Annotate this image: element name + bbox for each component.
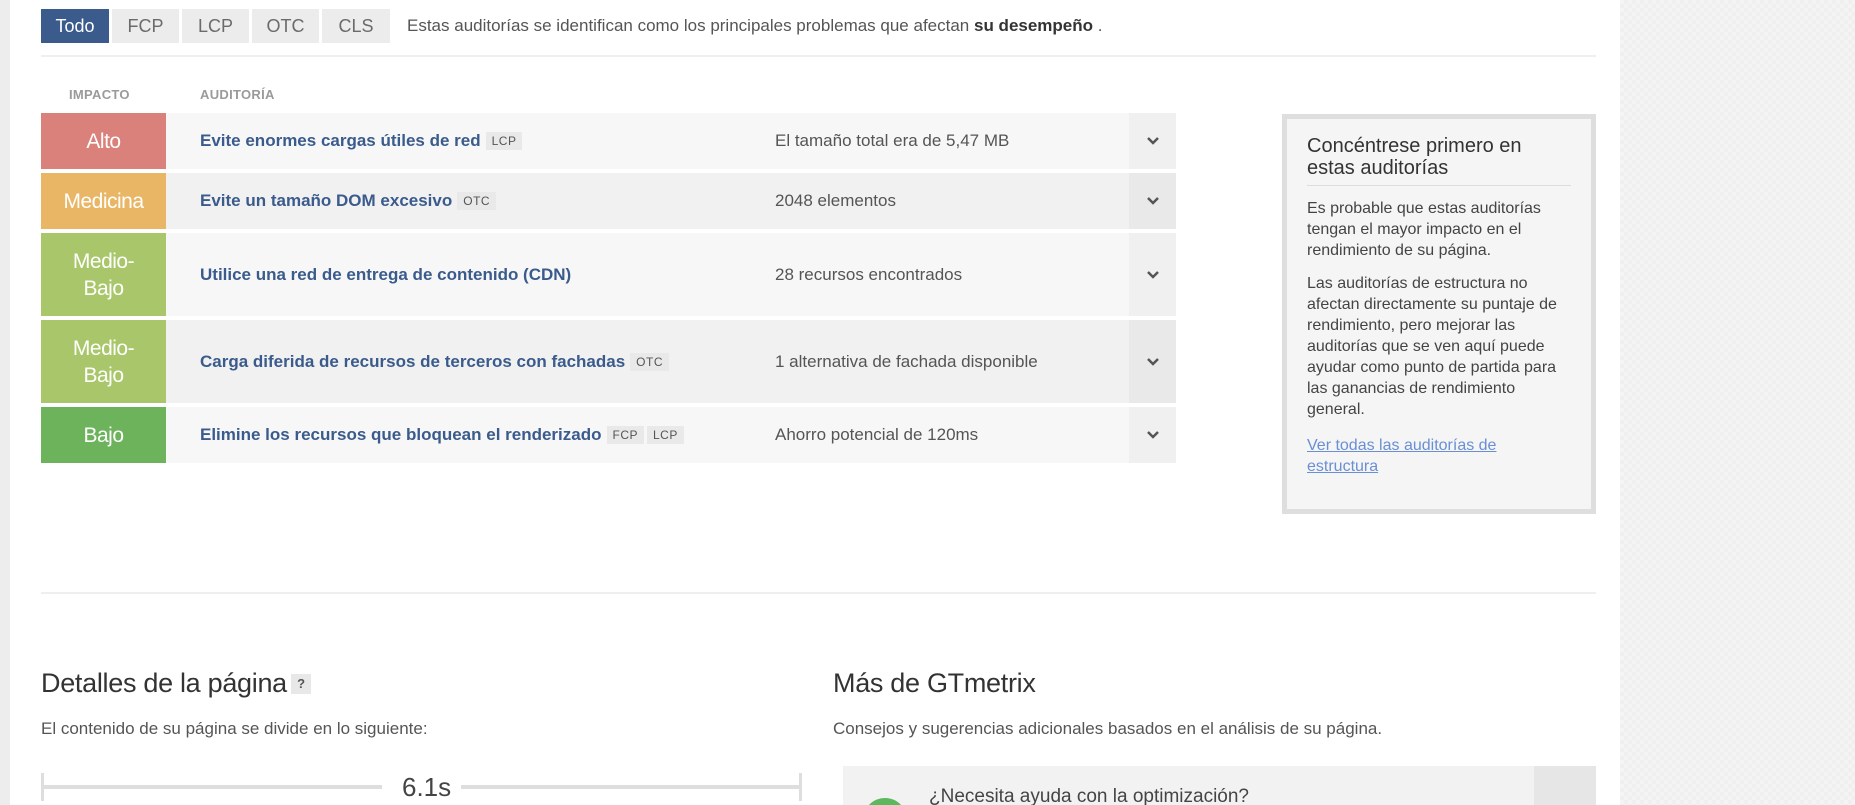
tab-cls[interactable]: CLS [322,9,390,43]
divider [41,55,1596,57]
section-divider [41,592,1596,594]
timeline-value: 6.1s [402,772,452,802]
column-header-impact: IMPACTO [69,87,130,102]
chevron-down-icon [1146,270,1159,279]
metric-tag: FCP [606,426,644,444]
more-title: Más de GTmetrix [833,668,1036,698]
report-content: Todo FCP LCP OTC CLS Estas auditorías se… [10,0,1620,805]
chevron-down-icon [1146,137,1159,145]
audit-row[interactable]: Medio- Bajo Carga diferida de recursos de… [41,320,1246,403]
metric-tag: LCP [485,132,523,150]
timeline-line [461,785,801,789]
focus-sidebar: Concéntrese primero en estas auditorías … [1282,114,1596,514]
filter-description-period: . [1097,16,1103,35]
audit-body: Elimine los recursos que bloquean el ren… [166,407,1176,463]
audit-row[interactable]: Alto Evite enormes cargas útiles de red … [41,113,1246,169]
help-card-title: ¿Necesita ayuda con la optimización? [929,786,1250,805]
impact-badge: Alto [41,113,166,169]
audit-body: Evite un tamaño DOM excesivo OTC 2048 el… [166,173,1176,229]
audit-row[interactable]: Medicina Evite un tamaño DOM excesivo OT… [41,173,1246,229]
chevron-down-icon [1146,431,1159,439]
impact-badge: Medio- Bajo [41,320,166,403]
filter-description-text: Estas auditorías se identifican como los… [407,16,970,35]
page-details-subtitle: El contenido de su página se divide en l… [41,719,428,738]
audit-description: Ahorro potencial de 120ms [775,425,979,444]
page-details-title: Detalles de la página? [41,668,311,699]
impact-badge: Medicina [41,173,166,229]
audit-title[interactable]: Evite enormes cargas útiles de red [200,131,481,151]
sidebar-title: Concéntrese primero en estas auditorías [1307,135,1571,186]
impact-badge: Bajo [41,407,166,463]
expand-button[interactable] [1129,320,1176,403]
expand-button[interactable] [1129,407,1176,463]
column-header-audit: AUDITORÍA [200,87,275,102]
audit-title-wrap: Utilice una red de entrega de contenido … [200,233,571,316]
audit-row[interactable]: Bajo Elimine los recursos que bloquean e… [41,407,1246,463]
optimization-help-card[interactable]: ¿Necesita ayuda con la optimización? [843,766,1596,805]
sidebar-paragraph: Es probable que estas auditorías tengan … [1307,200,1541,259]
help-badge[interactable]: ? [290,674,311,694]
timeline-cap-right [799,773,802,801]
audit-description: 1 alternativa de fachada disponible [775,351,1038,371]
more-subtitle: Consejos y sugerencias adicionales basad… [833,719,1383,738]
audit-title-wrap: Evite enormes cargas útiles de red LCP [200,113,523,169]
expand-button[interactable] [1129,233,1176,316]
expand-button[interactable] [1129,173,1176,229]
page-background-right [1620,0,1855,805]
tab-lcp[interactable]: LCP [182,9,249,43]
metric-tag: LCP [647,426,684,444]
metric-tag: OTC [630,352,670,371]
audit-title-wrap: Elimine los recursos que bloquean el ren… [200,407,684,463]
audit-title[interactable]: Utilice una red de entrega de contenido … [200,265,571,285]
structure-audits-link[interactable]: Ver todas las auditorías de estructura [1307,435,1571,477]
audit-title-wrap: Evite un tamaño DOM excesivo OTC [200,173,497,229]
audit-title[interactable]: Elimine los recursos que bloquean el ren… [200,425,602,445]
sidebar-paragraph: Las auditorías de estructura no afectan … [1307,275,1557,418]
timeline-line [41,785,382,789]
audit-body: Carga diferida de recursos de terceros c… [166,320,1176,403]
metric-tag: OTC [457,192,497,210]
audit-description: 28 recursos encontrados [775,264,963,284]
audit-title[interactable]: Carga diferida de recursos de terceros c… [200,352,625,372]
audit-description: 2048 elementos [775,191,896,210]
tab-otc[interactable]: OTC [252,9,319,43]
help-card-action[interactable] [1534,766,1596,805]
tab-todo[interactable]: Todo [41,9,109,43]
audit-title-wrap: Carga diferida de recursos de terceros c… [200,320,670,403]
chevron-down-icon [1146,197,1159,205]
audit-row[interactable]: Medio- Bajo Utilice una red de entrega de… [41,233,1246,316]
page-details-title-text: Detalles de la página [41,668,287,698]
expand-button[interactable] [1129,113,1176,169]
audit-body: Utilice una red de entrega de contenido … [166,233,1176,316]
audit-title[interactable]: Evite un tamaño DOM excesivo [200,191,452,211]
chevron-down-icon [1146,357,1159,366]
audit-description: El tamaño total era de 5,47 MB [775,131,1010,150]
filter-description-bold: su desempeño [974,16,1094,35]
filter-description: Estas auditorías se identifican como los… [407,9,1103,43]
tab-fcp[interactable]: FCP [112,9,179,43]
impact-badge: Medio- Bajo [41,233,166,316]
page-left-gutter [0,0,10,805]
help-card-icon [863,798,907,805]
audit-body: Evite enormes cargas útiles de red LCP E… [166,113,1176,169]
